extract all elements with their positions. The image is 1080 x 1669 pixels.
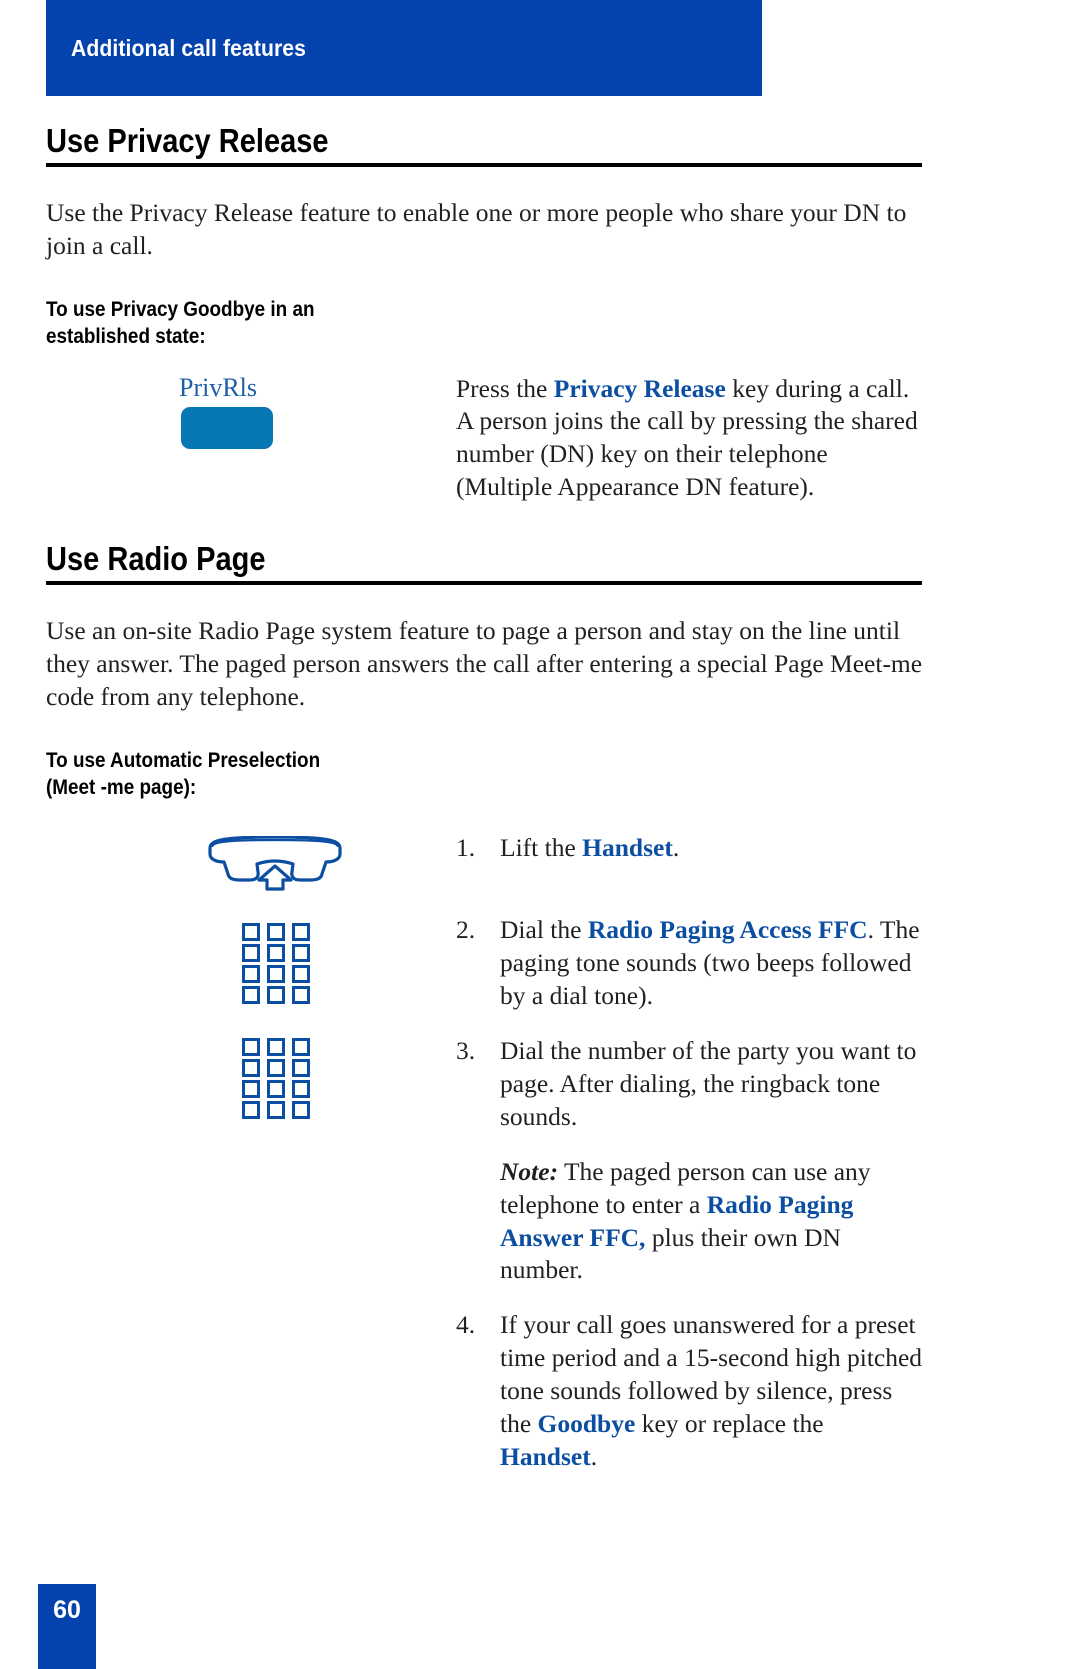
step-body: Dial the number of the party you want to… [500,1035,926,1287]
privacy-release-instruction: Press the Privacy Release key during a c… [456,373,926,505]
list-item: 4. If your call goes unanswered for a pr… [456,1309,926,1473]
step-note: Note: The paged person can use any telep… [500,1156,926,1288]
section-heading-privacy-release: Use Privacy Release [46,122,329,159]
step-text-before: Dial the [500,915,588,945]
instruction-text-before: Press the [456,373,554,403]
section-divider [46,581,922,586]
step-number: 3. [456,1036,476,1066]
step-number: 4. [456,1310,476,1340]
step-text-middle: key or replace the [635,1408,824,1438]
privacy-release-icon-column: PrivRls [46,373,456,449]
keypad-icon [242,922,310,1010]
step-number: 2. [456,915,476,945]
section-divider [46,163,922,167]
footer-page-number-box: 60 [38,1584,96,1669]
step-text-after: . [672,832,680,862]
section-heading-radio-page: Use Radio Page [46,540,266,578]
step-text-after: . [590,1441,598,1471]
privrls-softkey-group[interactable]: PrivRls [179,373,273,449]
softkey-button-icon[interactable] [181,406,273,449]
page-content: Use Privacy Release Use the Privacy Rele… [46,96,926,1474]
section-use-privacy-release: Use Privacy Release Use the Privacy Rele… [46,124,926,504]
list-item: 3. Dial the number of the party you want… [456,1035,926,1287]
list-item: 2. Dial the Radio Paging Access FFC. The… [456,914,926,1013]
radio-page-step-list: 1. Lift the Handset. 2. Dial the Radio P… [456,832,926,1474]
privacy-release-text-column: Press the Privacy Release key during a c… [456,373,926,505]
step-number: 1. [456,832,476,862]
step-text: If your call goes unanswered for a prese… [500,1309,926,1473]
keyword-handset: Handset [500,1441,591,1471]
keyword-privacy-release: Privacy Release [553,373,726,403]
page-header-banner: Additional call features [46,0,762,96]
keyword-handset: Handset [582,832,673,862]
radio-page-icon-column [46,832,456,1125]
note-label: Note: [500,1156,559,1186]
step-text: Dial the number of the party you want to… [500,1036,917,1131]
keyword-goodbye: Goodbye [537,1408,636,1438]
privacy-release-step-row: PrivRls Press the Privacy Release key du… [46,373,926,505]
keyword-radio-paging-access-ffc: Radio Paging Access FFC [587,915,868,945]
step-text: Lift the Handset. [500,832,926,865]
page-number: 60 [53,1596,81,1624]
step-text: Dial the Radio Paging Access FFC. The pa… [500,914,926,1013]
subheading-privacy-goodbye: To use Privacy Goodbye in an established… [46,297,315,348]
section-use-radio-page: Use Radio Page Use an on-site Radio Page… [46,542,926,1474]
privacy-release-intro-paragraph: Use the Privacy Release feature to enabl… [46,198,907,260]
privrls-softkey-label: PrivRls [179,372,258,402]
radio-page-steps-column: 1. Lift the Handset. 2. Dial the Radio P… [456,832,926,1474]
radio-page-intro-paragraph: Use an on-site Radio Page system feature… [46,616,923,711]
subheading-automatic-preselection: To use Automatic Preselection (Meet -me … [46,748,321,799]
radio-page-steps-row: 1. Lift the Handset. 2. Dial the Radio P… [46,832,926,1474]
list-item: 1. Lift the Handset. [456,832,926,865]
header-title: Additional call features [71,34,307,61]
step-text-before: Lift the [500,832,583,862]
handset-lift-icon [204,834,346,897]
keypad-icon [242,1037,310,1125]
